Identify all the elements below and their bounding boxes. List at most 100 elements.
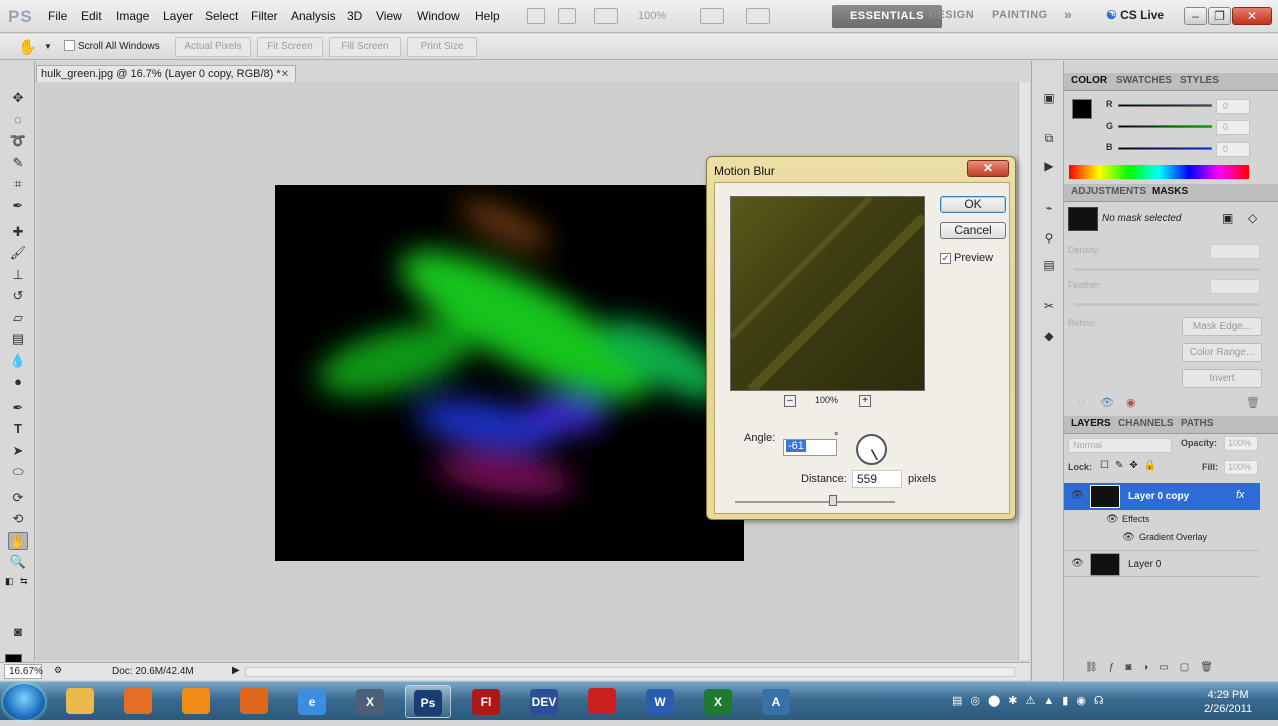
fx-badge[interactable]: fx (1236, 489, 1245, 501)
workspace-essentials[interactable]: ESSENTIALS (832, 5, 942, 28)
workspace-design[interactable]: DESIGN (929, 9, 974, 21)
move-tool-icon[interactable]: ✥ (8, 89, 28, 107)
pen-tool-icon[interactable]: ✒ (8, 399, 28, 417)
density-slider[interactable] (1074, 268, 1260, 271)
start-button[interactable] (3, 684, 45, 720)
zoom-level-field[interactable]: 16.67% (4, 664, 43, 679)
3d-dock-icon[interactable]: ◆ (1040, 329, 1058, 345)
view-extras-icon[interactable] (594, 8, 618, 24)
system-tray-icons[interactable]: ▤◎⬤✱⚠▲▮◉☊ (952, 694, 1112, 707)
quick-mask-icon[interactable]: ◙ (8, 623, 28, 641)
bridge-icon[interactable] (527, 8, 545, 24)
layer-name[interactable]: Layer 0 (1128, 559, 1161, 570)
taskbar-vlc-icon[interactable] (173, 685, 219, 718)
gradient-overlay-row[interactable]: 👁 Gradient Overlay (1064, 529, 1260, 547)
gradient-eye-icon[interactable]: 👁 (1122, 532, 1135, 543)
taskbar-dev-icon[interactable]: DEV (521, 685, 567, 718)
distance-input[interactable]: 559 (852, 470, 902, 488)
dodge-tool-icon[interactable]: ● (8, 373, 28, 391)
healing-brush-icon[interactable]: ✚ (8, 223, 28, 241)
restore-button[interactable]: ❐ (1208, 7, 1231, 25)
distance-slider[interactable] (735, 501, 895, 503)
minimize-button[interactable]: – (1184, 7, 1207, 25)
marquee-tool-icon[interactable]: ◌ (8, 111, 28, 129)
path-selection-icon[interactable]: ➤ (8, 442, 28, 460)
feather-field[interactable] (1210, 279, 1260, 294)
angle-dial[interactable] (856, 434, 887, 465)
tab-color[interactable]: COLOR (1071, 75, 1107, 86)
horizontal-scrollbar[interactable] (245, 667, 1015, 677)
b-slider[interactable] (1118, 147, 1212, 150)
brush-dock-icon[interactable]: ⌁ (1040, 201, 1058, 217)
screen-mode-icon[interactable] (746, 8, 770, 24)
menu-analysis[interactable]: Analysis (291, 9, 336, 23)
taskbar-photoshop-icon[interactable]: Ps (405, 685, 451, 718)
menu-file[interactable]: File (48, 9, 67, 23)
taskbar-flash-icon[interactable]: Fl (463, 685, 509, 718)
layer-footer-icons[interactable]: ⛓ƒ◙◑▭▢🗑 (1085, 662, 1224, 673)
clone-source-dock-icon[interactable]: ⚲ (1040, 231, 1058, 247)
effects-eye-icon[interactable]: 👁 (1106, 514, 1119, 525)
print-size-button[interactable]: Print Size (407, 37, 477, 57)
close-button[interactable]: ✕ (1232, 7, 1272, 25)
menu-help[interactable]: Help (475, 9, 500, 23)
tools-dock-icon[interactable]: ✂ (1040, 299, 1058, 315)
taskbar-ie-icon[interactable]: e (289, 685, 335, 718)
actual-pixels-button[interactable]: Actual Pixels (175, 37, 251, 57)
blur-tool-icon[interactable]: 💧 (8, 352, 28, 370)
history-dock-icon[interactable]: ⧉ (1040, 131, 1058, 147)
tab-layers[interactable]: LAYERS (1071, 418, 1111, 429)
eye-icon[interactable]: 👁 (1071, 558, 1084, 569)
cancel-button[interactable]: Cancel (940, 222, 1006, 239)
clone-stamp-icon[interactable]: ⊥ (8, 266, 28, 284)
g-value[interactable]: 0 (1216, 120, 1250, 135)
layer-row-selected[interactable]: 👁 Layer 0 copy fx (1064, 483, 1260, 510)
mini-bridge-dock-icon[interactable]: ▣ (1040, 91, 1058, 107)
ok-button[interactable]: OK (940, 196, 1006, 213)
mini-bridge-icon[interactable] (558, 8, 576, 24)
load-selection-icon[interactable]: ◌ (1078, 396, 1085, 408)
menu-window[interactable]: Window (417, 9, 460, 23)
info-dock-icon[interactable]: ▤ (1040, 258, 1058, 274)
b-value[interactable]: 0 (1216, 142, 1250, 157)
status-arrow-icon[interactable]: ▶ (232, 665, 240, 676)
zoom-out-button[interactable]: – (784, 395, 796, 407)
system-clock[interactable]: 4:29 PM 2/26/2011 (1198, 688, 1258, 716)
cs-live-button[interactable]: ☯ CS Live (1106, 8, 1164, 22)
dialog-close-button[interactable]: ✕ (967, 160, 1009, 177)
effects-row[interactable]: 👁 Effects (1064, 511, 1260, 529)
tab-swatches[interactable]: SWATCHES (1116, 75, 1172, 86)
g-slider[interactable] (1118, 125, 1212, 128)
crop-tool-icon[interactable]: ⌗ (8, 175, 28, 193)
layer-name[interactable]: Layer 0 copy (1128, 491, 1189, 502)
angle-input[interactable]: -61 (783, 439, 837, 456)
taskbar-word-icon[interactable]: W (637, 685, 683, 718)
taskbar-acrobat-icon[interactable] (579, 685, 625, 718)
lasso-tool-icon[interactable]: ➰ (8, 132, 28, 150)
vertical-scrollbar[interactable] (1018, 82, 1030, 660)
menu-3d[interactable]: 3D (347, 9, 362, 23)
fill-field[interactable]: 100% (1224, 460, 1258, 475)
menu-filter[interactable]: Filter (251, 9, 278, 23)
actions-dock-icon[interactable]: ▶ (1040, 159, 1058, 175)
mask-visibility-icon[interactable]: 👁 (1100, 396, 1114, 409)
fit-screen-button[interactable]: Fit Screen (257, 37, 323, 57)
tab-paths[interactable]: PATHS (1181, 418, 1213, 429)
tab-masks[interactable]: MASKS (1152, 186, 1188, 197)
3d-orbit-icon[interactable]: ⟲ (8, 510, 28, 528)
menu-view[interactable]: View (376, 9, 402, 23)
hand-tool-icon[interactable]: ✋ (8, 532, 28, 550)
r-slider[interactable] (1118, 104, 1212, 107)
eraser-tool-icon[interactable]: ▱ (8, 309, 28, 327)
taskbar-x-app-icon[interactable]: X (347, 685, 393, 718)
invert-button[interactable]: Invert (1182, 369, 1262, 388)
taskbar-arch-icon[interactable]: A (753, 685, 799, 718)
r-value[interactable]: 0 (1216, 99, 1250, 114)
quick-selection-icon[interactable]: ✎ (8, 154, 28, 172)
blend-mode-select[interactable]: Normal (1068, 438, 1172, 453)
apply-mask-icon[interactable]: ◉ (1126, 396, 1136, 409)
filter-preview[interactable] (728, 194, 928, 394)
default-colors-icon[interactable]: ◧ (5, 576, 14, 587)
menu-layer[interactable]: Layer (163, 9, 193, 23)
lock-icons[interactable]: ☐✎✥🔒 (1100, 460, 1162, 471)
